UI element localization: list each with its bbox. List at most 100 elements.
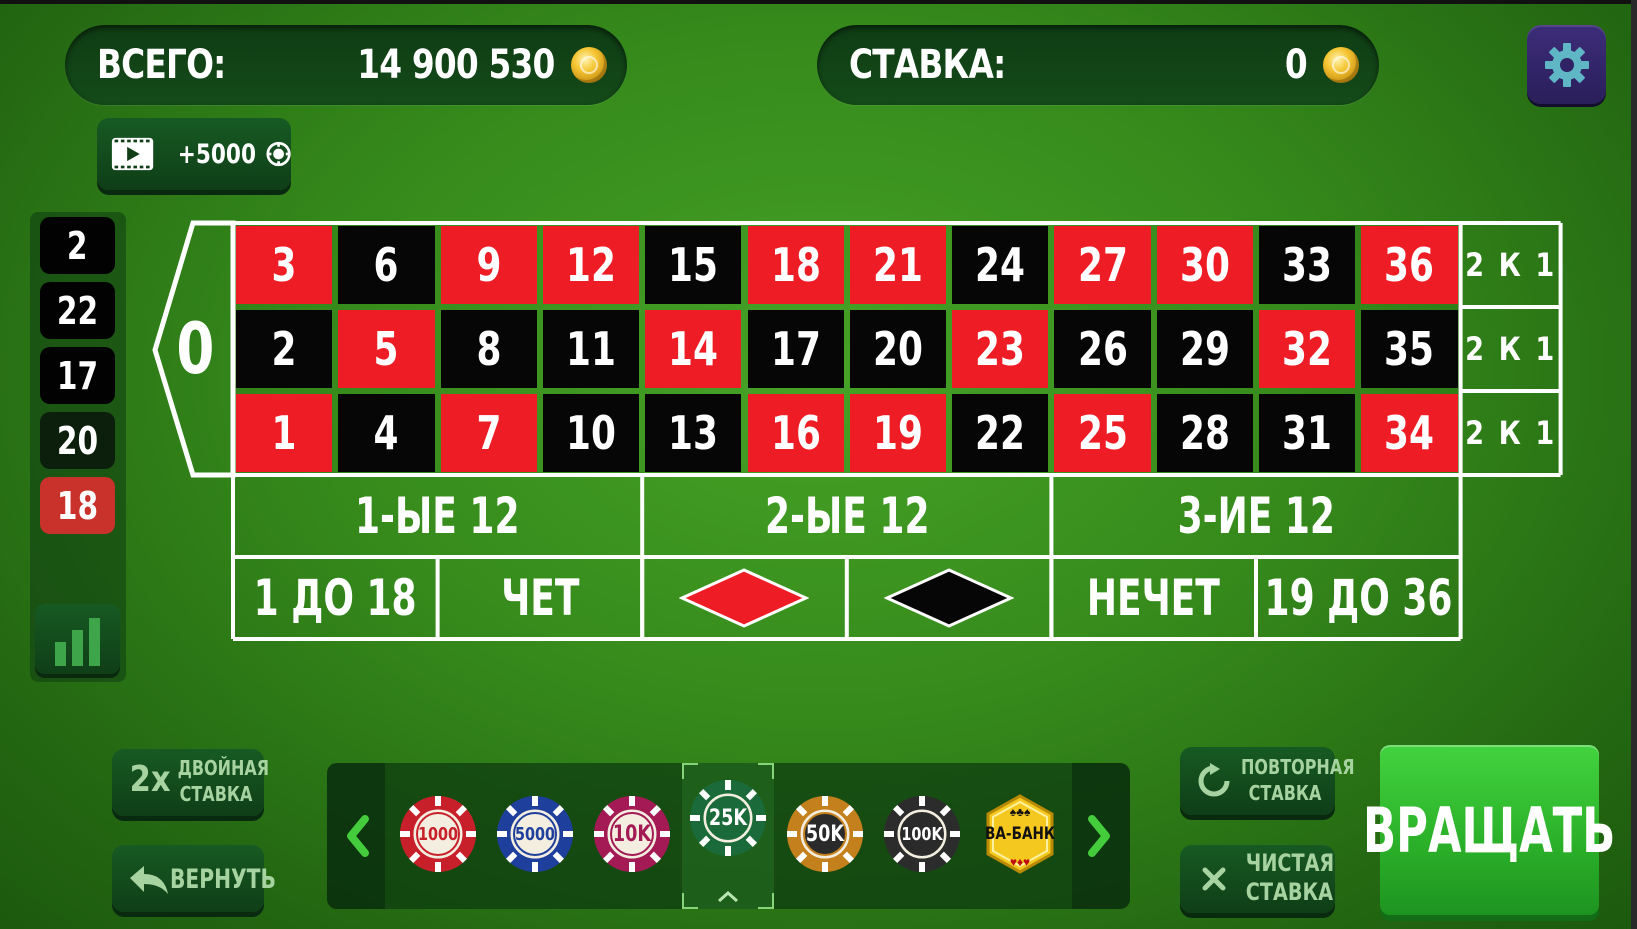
number-cell[interactable]: 18 — [747, 226, 844, 304]
number-cell[interactable]: 17 — [747, 310, 844, 388]
reward-label: +5000 — [177, 138, 257, 170]
number-cell[interactable]: 28 — [1156, 394, 1253, 472]
odd-bet-cell[interactable]: НЕЧЕТ — [1051, 557, 1256, 639]
number-cell[interactable]: 34 — [1361, 394, 1458, 472]
number-cell[interactable]: 6 — [338, 226, 435, 304]
number-cell[interactable]: 5 — [338, 310, 435, 388]
number-cell[interactable]: 32 — [1259, 310, 1356, 388]
high-bet-cell[interactable]: 19 ДО 36 — [1256, 557, 1461, 639]
number-cell[interactable]: 24 — [952, 226, 1049, 304]
chips-prev-button[interactable] — [327, 763, 385, 909]
column-bet-cell[interactable]: 2 К 1 — [1461, 391, 1561, 475]
watch-video-reward-button[interactable]: +5000 — [97, 118, 291, 190]
chip-100k[interactable]: 100K — [882, 794, 962, 874]
red-bet-cell[interactable] — [642, 557, 847, 639]
dozen-bet-cell[interactable]: 2-ЫЕ 12 — [642, 475, 1051, 557]
chip-1000[interactable]: 1000 — [398, 794, 478, 874]
number-cell[interactable]: 15 — [645, 226, 742, 304]
number-cell[interactable]: 29 — [1156, 310, 1253, 388]
history-item: 2 — [40, 217, 115, 274]
settings-button[interactable] — [1527, 25, 1606, 104]
number-label: 30 — [1179, 238, 1230, 292]
number-cell[interactable]: 23 — [952, 310, 1049, 388]
number-cell[interactable]: 2 — [236, 310, 333, 388]
number-cell[interactable]: 20 — [849, 310, 947, 388]
number-cell[interactable]: 12 — [542, 226, 640, 304]
number-label: 25 — [1077, 406, 1128, 460]
zero-cell[interactable]: 0 — [160, 225, 230, 473]
dozen-bet-cell[interactable]: 3-ИЕ 12 — [1051, 475, 1460, 557]
number-cell[interactable]: 36 — [1361, 226, 1458, 304]
number-label: 20 — [872, 322, 923, 376]
double-prefix: 2x — [129, 759, 171, 800]
number-cell[interactable]: 21 — [849, 226, 947, 304]
number-label: 19 — [872, 406, 923, 460]
chevron-up-icon — [718, 890, 738, 903]
clear-bet-button[interactable]: ЧИСТАЯ СТАВКА — [1180, 845, 1335, 913]
number-label: 16 — [770, 406, 821, 460]
number-cell[interactable]: 10 — [542, 394, 640, 472]
number-label: 29 — [1179, 322, 1230, 376]
clear-line2: СТАВКА — [1245, 878, 1334, 906]
number-cell[interactable]: 14 — [645, 310, 742, 388]
number-cell[interactable]: 16 — [747, 394, 844, 472]
number-label: 3 — [271, 238, 297, 292]
chips-next-button[interactable] — [1072, 763, 1130, 909]
number-cell[interactable]: 27 — [1054, 226, 1151, 304]
low-bet-cell[interactable]: 1 ДО 18 — [233, 557, 438, 639]
even-money-label: 1 ДО 18 — [253, 569, 417, 627]
chip-label: 100K — [901, 823, 943, 845]
repeat-line2: СТАВКА — [1248, 781, 1322, 805]
history-value: 17 — [56, 353, 99, 398]
number-cell[interactable]: 22 — [952, 394, 1049, 472]
number-cell[interactable]: 33 — [1259, 226, 1356, 304]
clear-line1: ЧИСТАЯ — [1245, 849, 1335, 877]
right-border — [1631, 0, 1637, 929]
number-cell[interactable]: 4 — [338, 394, 435, 472]
dozen-bet-cell[interactable]: 1-ЫЕ 12 — [233, 475, 642, 557]
number-cell[interactable]: 26 — [1054, 310, 1151, 388]
even-money-label: НЕЧЕТ — [1087, 569, 1221, 627]
number-cell[interactable]: 25 — [1054, 394, 1151, 472]
chip-10k[interactable]: 10K — [592, 794, 672, 874]
number-cell[interactable]: 1 — [236, 394, 333, 472]
number-cell[interactable]: 30 — [1156, 226, 1253, 304]
number-cell[interactable]: 9 — [440, 226, 537, 304]
undo-button[interactable]: ВЕРНУТЬ — [112, 845, 276, 912]
column-bet-cell[interactable]: 2 К 1 — [1461, 223, 1561, 307]
chip-50k[interactable]: 50K — [785, 794, 865, 874]
number-label: 18 — [770, 238, 821, 292]
repeat-bet-button[interactable]: ПОВТОРНАЯ СТАВКА — [1180, 747, 1355, 815]
black-bet-cell[interactable] — [847, 557, 1052, 639]
gold-coin-icon — [1323, 47, 1359, 83]
chip-all-in[interactable]: ♠♣♠ ♥♦♥ ВА-БАНК — [980, 794, 1060, 874]
double-bet-button[interactable]: 2x ДВОЙНАЯ СТАВКА — [112, 749, 269, 816]
number-cell[interactable]: 3 — [236, 226, 333, 304]
column-bet-label: 2 К 1 — [1464, 246, 1557, 284]
bet-panel: СТАВКА: 0 — [817, 25, 1379, 105]
chip-5000[interactable]: 5000 — [495, 794, 575, 874]
number-label: 26 — [1077, 322, 1128, 376]
number-label: 5 — [373, 322, 399, 376]
number-cell[interactable]: 31 — [1259, 394, 1356, 472]
close-icon — [1202, 867, 1226, 891]
number-cell[interactable]: 7 — [440, 394, 537, 472]
black-diamond-icon — [884, 568, 1015, 628]
number-label: 24 — [975, 238, 1026, 292]
even-bet-cell[interactable]: ЧЕТ — [438, 557, 643, 639]
history-item: 18 — [40, 477, 115, 534]
number-cell[interactable]: 19 — [849, 394, 947, 472]
number-cell[interactable]: 35 — [1361, 310, 1458, 388]
column-bet-cell[interactable]: 2 К 1 — [1461, 307, 1561, 391]
spin-button[interactable]: ВРАЩАТЬ — [1363, 745, 1616, 915]
undo-arrow-icon — [130, 866, 168, 894]
chip-label: 5000 — [514, 823, 556, 845]
number-label: 35 — [1384, 322, 1435, 376]
number-cell[interactable]: 13 — [645, 394, 742, 472]
number-cell[interactable]: 8 — [440, 310, 537, 388]
number-label: 11 — [566, 322, 617, 376]
statistics-button[interactable] — [35, 604, 120, 674]
chip-25k[interactable]: 25K — [688, 778, 768, 858]
number-cell[interactable]: 11 — [542, 310, 640, 388]
even-money-label: 19 ДО 36 — [1264, 569, 1453, 627]
